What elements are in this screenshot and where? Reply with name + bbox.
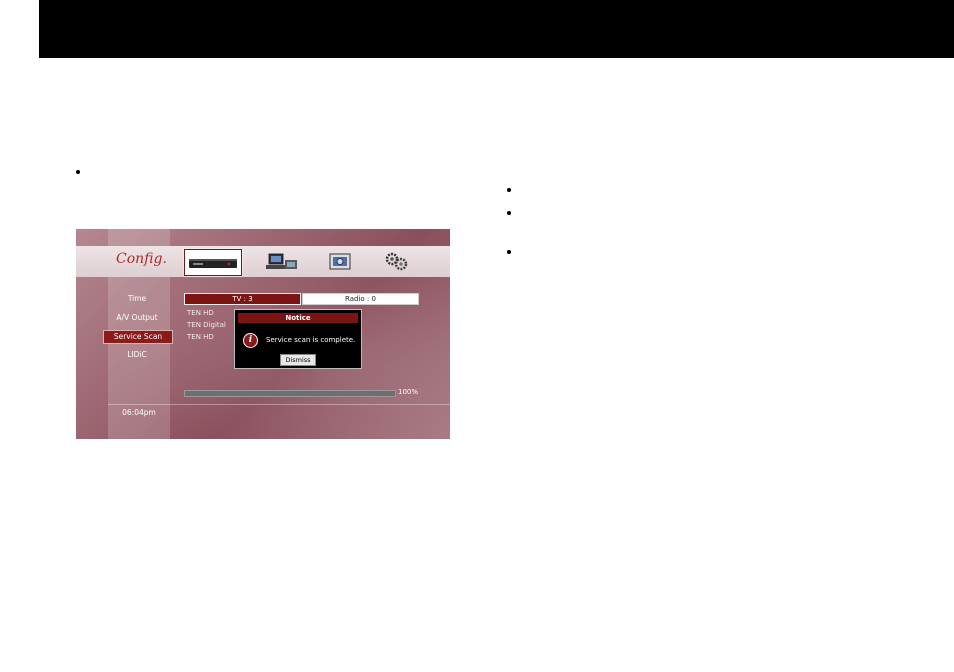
page-header-bar (39, 0, 954, 58)
notice-dialog: Notice i Service scan is complete. Dismi… (234, 309, 362, 369)
icon-tab-set-top-box[interactable] (184, 249, 242, 276)
menu-item-time[interactable]: Time (103, 293, 171, 305)
footer-divider (108, 404, 450, 405)
bullet-marker (507, 211, 511, 215)
bullet-marker (76, 170, 80, 174)
gears-icon (385, 252, 408, 271)
screen-settings-icon (329, 253, 351, 270)
icon-tab-settings[interactable] (376, 249, 432, 274)
notice-message: Service scan is complete. (266, 336, 356, 344)
bullet-marker (507, 188, 511, 192)
menu-item-lidic[interactable]: LIDiC (103, 349, 171, 361)
config-title: Config. (116, 251, 167, 267)
clock: 06:04pm (122, 408, 156, 417)
bullet-marker (507, 250, 511, 254)
scan-progress-label: 100% (398, 388, 419, 396)
dismiss-button[interactable]: Dismiss (280, 354, 316, 366)
tv-config-screenshot: Config. Time A/V Output Service Scan LID… (76, 229, 450, 439)
channel-list-item[interactable]: TEN Digital (187, 321, 226, 329)
tab-radio[interactable]: Radio : 0 (302, 293, 419, 305)
info-icon: i (243, 333, 258, 348)
notice-title: Notice (238, 313, 358, 323)
scan-progress-bar (184, 390, 396, 397)
network-computer-icon (266, 253, 297, 269)
icon-tab-screen[interactable] (320, 249, 376, 274)
channel-list-item[interactable]: TEN HD (187, 333, 214, 341)
menu-item-service-scan[interactable]: Service Scan (103, 330, 173, 344)
set-top-box-icon (189, 259, 237, 268)
tab-tv[interactable]: TV : 3 (184, 293, 301, 305)
channel-list-item[interactable]: TEN HD (187, 309, 214, 317)
menu-item-av-output[interactable]: A/V Output (103, 312, 171, 324)
scan-progress-fill (185, 391, 395, 396)
icon-tab-network[interactable] (256, 249, 312, 274)
